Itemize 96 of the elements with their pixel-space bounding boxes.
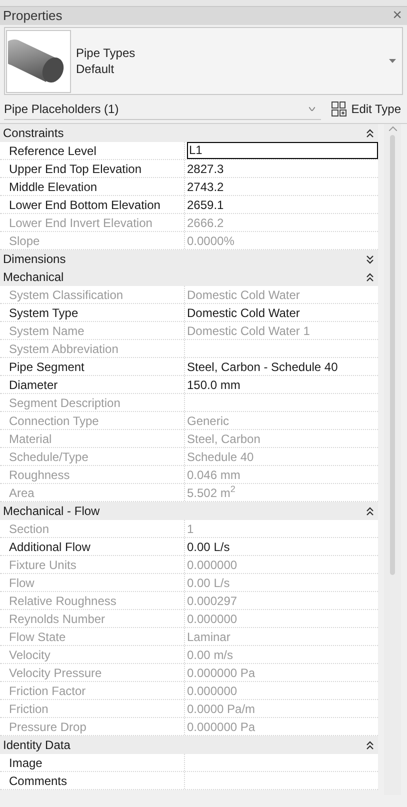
property-label: System Classification — [0, 286, 185, 303]
property-label: Material — [0, 430, 185, 447]
edit-type-icon — [331, 101, 348, 117]
value-field[interactable]: L1 — [187, 142, 378, 159]
property-value: 0.00 m/s — [187, 646, 234, 664]
group-header[interactable]: Mechanical - Flow — [0, 502, 378, 520]
property-label: Upper End Top Elevation — [0, 160, 185, 177]
property-value: Generic — [187, 412, 230, 430]
property-label: Velocity Pressure — [0, 664, 185, 681]
property-value: 2659.1 — [187, 196, 224, 214]
property-value: 0.046 mm — [187, 466, 240, 484]
collapse-icon[interactable] — [366, 128, 374, 138]
property-value: 0.0000% — [187, 232, 234, 250]
collapse-icon[interactable] — [366, 506, 374, 516]
property-label: Middle Elevation — [0, 178, 185, 195]
panel-title: Properties — [3, 7, 62, 26]
property-label: Image — [0, 754, 185, 771]
property-label: Reference Level — [0, 142, 185, 159]
property-row[interactable]: Comments — [0, 772, 378, 790]
property-label: Fixture Units — [0, 556, 185, 573]
property-row[interactable]: Upper End Top Elevation 2827.3 — [0, 160, 378, 178]
property-row[interactable]: Image — [0, 754, 378, 772]
property-label: Reynolds Number — [0, 610, 185, 627]
property-value: 0.000297 — [187, 592, 238, 610]
property-label: Flow — [0, 574, 185, 591]
property-label: Schedule/Type — [0, 448, 185, 465]
property-row[interactable]: Diameter 150.0 mm — [0, 376, 378, 394]
property-label: Friction — [0, 700, 185, 717]
property-value: 0.000000 — [187, 610, 238, 628]
property-label: Additional Flow — [0, 538, 185, 555]
property-value: 2827.3 — [187, 160, 224, 178]
property-label: Lower End Invert Elevation — [0, 214, 185, 231]
property-label: Lower End Bottom Elevation — [0, 196, 185, 213]
property-label: System Abbreviation — [0, 340, 185, 357]
scrollbar-thumb[interactable] — [390, 135, 395, 575]
property-value: 2743.2 — [187, 178, 224, 196]
property-value: Laminar — [187, 628, 230, 646]
property-value: 0.000000 — [187, 682, 238, 700]
property-label: Slope — [0, 232, 185, 249]
expand-icon[interactable] — [366, 254, 374, 264]
property-label: Diameter — [0, 376, 185, 393]
property-value: Steel, Carbon — [187, 430, 260, 448]
property-row[interactable]: Middle Elevation 2743.2 — [0, 178, 378, 196]
property-label: Roughness — [0, 466, 185, 483]
property-label: Friction Factor — [0, 682, 185, 699]
property-value: 0.0000 Pa/m — [187, 700, 256, 718]
property-value: 0.00 L/s — [187, 574, 230, 592]
property-label: Section — [0, 520, 185, 537]
group-header[interactable]: Identity Data — [0, 736, 378, 754]
collapse-icon[interactable] — [366, 272, 374, 282]
property-value: 0.000000 Pa — [187, 664, 256, 682]
property-label: Flow State — [0, 628, 185, 645]
property-row[interactable]: Reference Level L1 — [0, 142, 378, 160]
group-header[interactable]: Dimensions — [0, 250, 378, 268]
property-row[interactable]: Lower End Bottom Elevation 2659.1 — [0, 196, 378, 214]
property-value: Domestic Cold Water 1 — [187, 322, 310, 340]
property-label: Velocity — [0, 646, 185, 663]
property-value: Schedule 40 — [187, 448, 254, 466]
edit-type-button[interactable]: Edit Type — [329, 98, 403, 120]
property-row[interactable]: System Type Domestic Cold Water — [0, 304, 378, 322]
property-label: Pipe Segment — [0, 358, 185, 375]
property-label: Connection Type — [0, 412, 185, 429]
property-label: Relative Roughness — [0, 592, 185, 609]
property-row[interactable]: Additional Flow 0.00 L/s — [0, 538, 378, 556]
property-value: 0.000000 — [187, 556, 238, 574]
property-label: Pressure Drop — [0, 718, 185, 735]
group-title: Constraints — [3, 125, 64, 142]
scrollbar[interactable] — [384, 124, 401, 795]
property-value: 5.502 m$^{2}$ — [187, 484, 236, 502]
group-header[interactable]: Constraints — [0, 124, 378, 142]
family-name: Pipe Types — [76, 45, 136, 61]
group-title: Mechanical - Flow — [3, 503, 100, 520]
property-label: Comments — [0, 772, 185, 789]
group-title: Mechanical — [3, 269, 64, 286]
close-button[interactable]: × — [392, 8, 404, 24]
property-label: Segment Description — [0, 394, 185, 411]
collapse-icon[interactable] — [366, 740, 374, 750]
property-label: System Type — [0, 304, 185, 321]
property-value: 150.0 mm — [187, 376, 240, 394]
property-label: Area — [0, 484, 185, 501]
property-label: System Name — [0, 322, 185, 339]
filter-dropdown[interactable]: Pipe Placeholders (1) — [4, 98, 322, 120]
dropdown-arrow-icon[interactable] — [389, 59, 396, 63]
property-value: 2666.2 — [187, 214, 224, 232]
property-value: 1 — [187, 520, 194, 538]
group-header[interactable]: Mechanical — [0, 268, 378, 286]
property-value: Steel, Carbon - Schedule 40 — [187, 358, 338, 376]
group-title: Identity Data — [3, 737, 70, 754]
property-value: 0.00 L/s — [187, 538, 230, 556]
type-selector[interactable]: Pipe Types Default — [4, 27, 403, 95]
property-row[interactable]: Pipe Segment Steel, Carbon - Schedule 40 — [0, 358, 378, 376]
property-value: Domestic Cold Water — [187, 304, 300, 322]
property-value: 0.000000 Pa — [187, 718, 256, 736]
type-name: Default — [76, 61, 116, 77]
group-title: Dimensions — [3, 251, 66, 268]
property-value: Domestic Cold Water — [187, 286, 300, 304]
